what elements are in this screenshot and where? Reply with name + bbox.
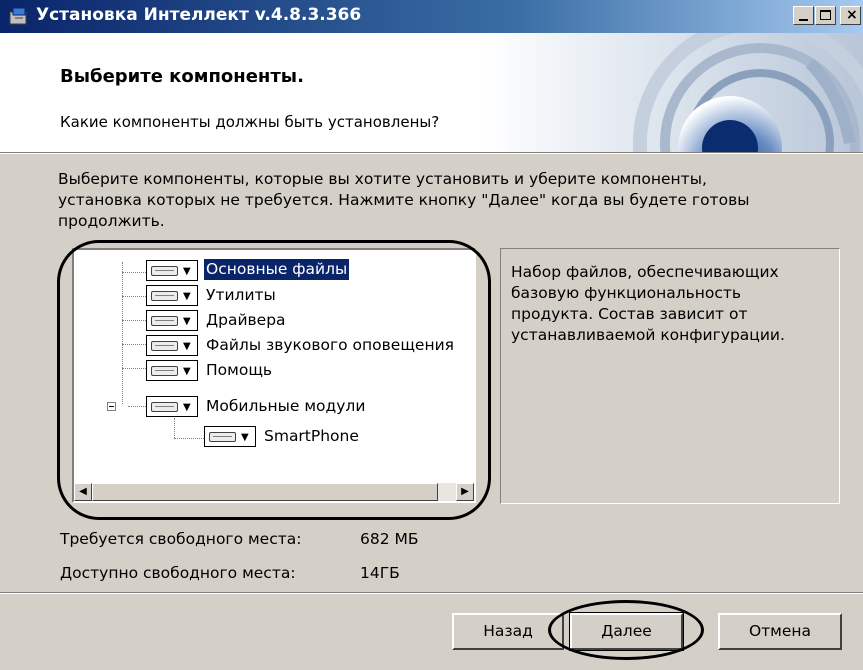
required-space-value: 682 МБ [360,530,419,548]
required-space-label: Требуется свободного места: [60,530,302,548]
footer-divider [0,592,863,594]
maximize-button[interactable] [815,6,836,25]
window-title: Установка Интеллект v.4.8.3.366 [36,5,362,25]
highlight-annotation-tree [57,240,491,520]
instructions-text: Выберите компоненты, которые вы хотите у… [58,170,750,230]
installer-icon [9,7,27,25]
component-description-panel: Набор файлов, обеспечивающих базовую фун… [500,248,840,504]
minimize-button[interactable] [793,6,814,25]
available-space-label: Доступно свободного места: [60,564,296,582]
highlight-annotation-next [548,600,704,660]
close-icon: × [846,7,858,23]
page-subtitle: Какие компоненты должны быть установлены… [60,113,440,131]
cancel-button[interactable]: Отмена [718,613,842,650]
page-title: Выберите компоненты. [60,66,304,87]
header-logo-art [480,33,863,152]
available-space-value: 14ГБ [360,564,400,582]
header-divider [0,152,863,154]
component-description: Набор файлов, обеспечивающих базовую фун… [511,263,785,344]
close-button[interactable]: × [840,6,861,25]
